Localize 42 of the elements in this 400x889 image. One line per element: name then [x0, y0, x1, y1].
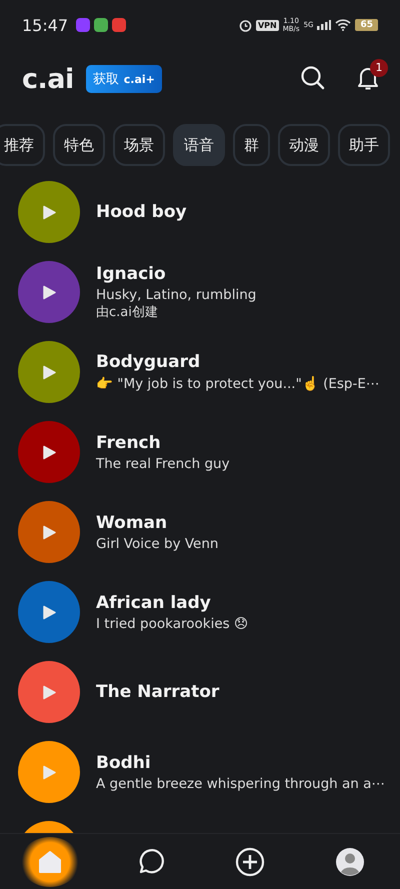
voice-creator: 由c.ai创建 — [96, 304, 159, 320]
voice-description: The real French guy — [96, 456, 230, 472]
alarm-icon — [238, 18, 252, 32]
voice-description: Husky, Latino, rumbling — [96, 286, 256, 302]
voice-name: French — [96, 432, 162, 452]
clock-time: 15:47 — [22, 16, 68, 34]
voice-description: Girl Voice by Venn — [96, 536, 218, 552]
play-icon — [42, 604, 56, 620]
voice-name: Bodyguard — [96, 352, 202, 372]
notification-badge: 1 — [370, 58, 388, 76]
battery-level: 65 — [355, 19, 378, 31]
signal-icon — [317, 20, 332, 30]
play-icon — [42, 444, 56, 460]
play-icon — [42, 764, 56, 780]
category-tab[interactable]: 动漫 — [278, 124, 330, 166]
play-icon — [42, 364, 56, 380]
category-tab[interactable]: 助手 — [338, 124, 390, 166]
get-plus-button[interactable]: 获取 c.ai+ — [86, 65, 162, 93]
profile-icon — [335, 846, 365, 876]
home-icon — [37, 848, 63, 874]
category-tab[interactable]: 群 — [233, 124, 270, 166]
voice-description: I tried pookarookies 😞 — [96, 616, 248, 632]
voice-name: African lady — [96, 592, 212, 612]
app-logo: c.ai — [22, 64, 74, 94]
play-icon — [42, 684, 56, 700]
voice-description: A gentle breeze whispering through an a⋯ — [96, 776, 385, 792]
plus-circle-icon — [235, 846, 265, 876]
vpn-indicator: VPN — [256, 20, 279, 30]
voice-name: The Narrator — [96, 682, 220, 702]
voice-name: Ignacio — [96, 264, 167, 284]
play-icon — [42, 524, 56, 540]
play-icon — [42, 204, 56, 220]
category-tab[interactable]: 特色 — [53, 124, 105, 166]
voice-name: Bodhi — [96, 752, 152, 772]
category-tab[interactable]: 语音 — [173, 124, 225, 166]
category-tab[interactable]: 场景 — [113, 124, 165, 166]
voice-name: Woman — [96, 512, 168, 532]
voice-description: 👉 "My job is to protect you..."☝ (Esp-E⋯ — [96, 375, 380, 392]
wifi-icon — [335, 19, 352, 31]
category-tab[interactable]: 推荐 — [0, 124, 45, 166]
voice-name: Hood boy — [96, 202, 187, 222]
play-icon — [42, 284, 56, 300]
